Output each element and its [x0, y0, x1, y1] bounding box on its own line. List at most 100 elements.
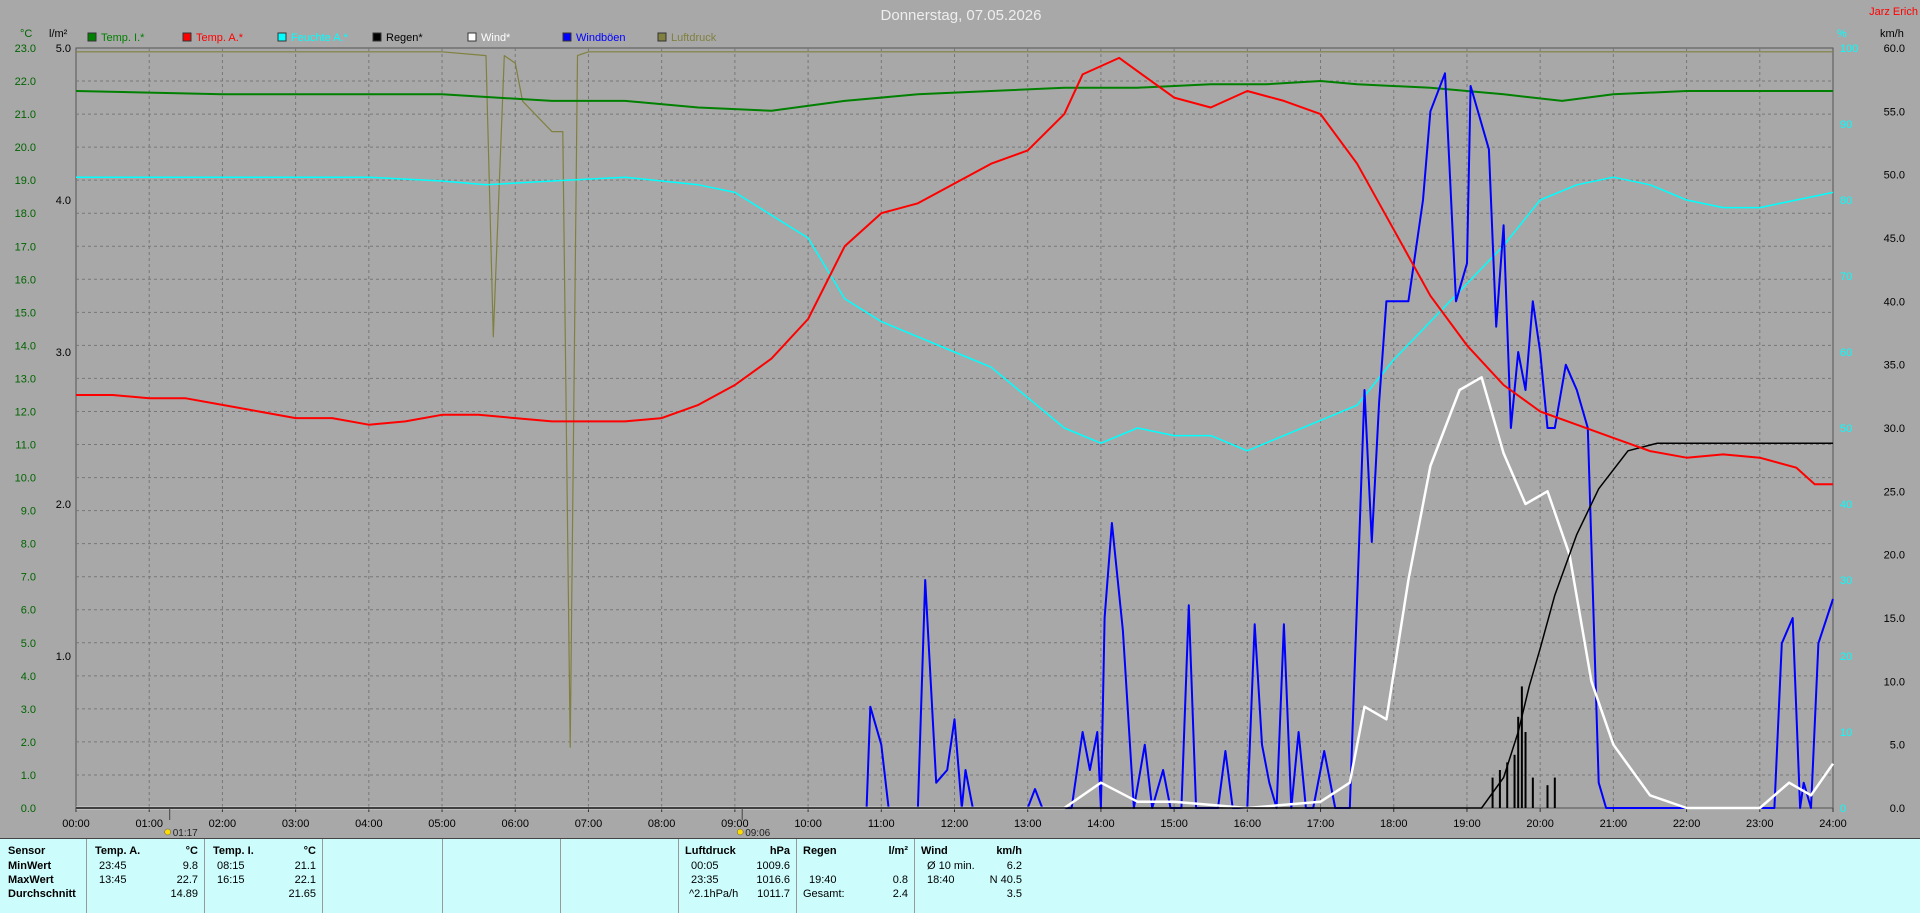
temp-tick-label: 9.0 [21, 506, 36, 518]
stats-empty-2 [442, 839, 560, 913]
wind-max-time: 18:40 [927, 874, 955, 886]
temp-i-avg-value: 21.65 [288, 888, 316, 900]
chart-title: Donnerstag, 07.05.2026 [881, 7, 1042, 24]
pct-tick-label: 80 [1840, 195, 1852, 207]
rain-tick-label: 2.0 [56, 499, 71, 511]
time-tick-label: 00:00 [62, 818, 90, 830]
time-tick-label: 15:00 [1160, 818, 1188, 830]
rain-bar [1498, 770, 1501, 808]
row-label-min: MinWert [8, 860, 52, 872]
temp-tick-label: 13.0 [15, 373, 36, 385]
temp-i-max-time: 16:15 [217, 874, 245, 886]
rain-tick-label: 3.0 [56, 347, 71, 359]
rain-bar [1524, 732, 1527, 808]
wind-label: Wind [921, 845, 948, 857]
pct-tick-label: 90 [1840, 119, 1852, 131]
temp-tick-label: 14.0 [15, 340, 36, 352]
temp-tick-label: 2.0 [21, 737, 36, 749]
pressure-min-value: 1009.6 [756, 860, 790, 872]
stats-empty-1 [322, 839, 442, 913]
time-tick-label: 07:00 [575, 818, 603, 830]
stats-temp-a: Temp. A. °C 23:45 9.8 13:45 22.7 14.89 [86, 839, 204, 913]
time-tick-label: 17:00 [1307, 818, 1335, 830]
time-tick-label: 08:00 [648, 818, 676, 830]
legend-label: Regen* [386, 32, 423, 44]
temp-a-min-time: 23:45 [99, 860, 127, 872]
legend-label: Feuchte A.* [291, 32, 349, 44]
stats-temp-i: Temp. I. °C 08:15 21.1 16:15 22.1 21.65 [204, 839, 322, 913]
wind-tick-label: 55.0 [1884, 106, 1905, 118]
wind-tick-label: 5.0 [1890, 740, 1905, 752]
sunset-icon [736, 828, 744, 836]
temp-i-max-value: 22.1 [294, 874, 316, 886]
time-tick-label: 04:00 [355, 818, 383, 830]
temp-tick-label: 10.0 [15, 473, 36, 485]
temp-i-label: Temp. I. [213, 845, 254, 857]
sunset-time-label: 09:06 [745, 828, 770, 838]
wind-tick-label: 25.0 [1884, 486, 1905, 498]
wind-unit: km/h [996, 845, 1022, 857]
wind-unit-label: km/h [1880, 28, 1904, 40]
legend-swatch [87, 32, 97, 42]
temp-i-unit: °C [303, 845, 316, 857]
pressure-label: Luftdruck [685, 845, 736, 857]
pressure-avg-value: 1011.7 [757, 888, 790, 900]
stats-rain: Regen l/m² 19:40 0.8 Gesamt: 2.4 [796, 839, 914, 913]
wind-tick-label: 20.0 [1884, 550, 1905, 562]
stats-labels: Sensor MinWert MaxWert Durchschnitt [0, 839, 86, 913]
pct-tick-label: 100 [1840, 43, 1858, 55]
time-tick-label: 22:00 [1673, 818, 1701, 830]
legend-label: Temp. A.* [196, 32, 244, 44]
legend-swatch [657, 32, 667, 42]
rain-unit-label: l/m² [49, 28, 68, 40]
wind-tick-label: 10.0 [1884, 676, 1905, 688]
row-label-max: MaxWert [8, 874, 54, 886]
sensor-label: Sensor [8, 845, 46, 857]
time-tick-label: 19:00 [1453, 818, 1481, 830]
stats-empty-3 [560, 839, 678, 913]
rain-bar [1520, 686, 1523, 808]
temp-i-min-value: 21.1 [294, 860, 316, 872]
temp-i-min-time: 08:15 [217, 860, 245, 872]
temp-tick-label: 21.0 [15, 109, 36, 121]
temp-tick-label: 16.0 [15, 274, 36, 286]
wind-max-value: N 40.5 [989, 874, 1022, 886]
time-tick-label: 01:00 [135, 818, 163, 830]
temp-a-avg-value: 14.89 [170, 888, 198, 900]
time-tick-label: 05:00 [428, 818, 456, 830]
wind-tick-label: 50.0 [1884, 170, 1905, 182]
pct-unit-label: % [1837, 28, 1847, 40]
temp-tick-label: 18.0 [15, 208, 36, 220]
rain-unit: l/m² [888, 845, 908, 857]
temp-tick-label: 17.0 [15, 241, 36, 253]
sunrise-icon [164, 828, 171, 836]
rain-label: Regen [803, 845, 837, 857]
temp-a-label: Temp. A. [95, 845, 141, 857]
temp-a-max-value: 22.7 [176, 874, 198, 886]
rain-tick-label: 5.0 [56, 43, 71, 55]
wind-tick-label: 0.0 [1890, 803, 1905, 815]
wind-avg10-label: Ø 10 min. [927, 860, 975, 872]
wind-tick-label: 45.0 [1884, 233, 1905, 245]
time-tick-label: 20:00 [1526, 818, 1554, 830]
pressure-unit: hPa [769, 845, 790, 857]
statistics-panel: Sensor MinWert MaxWert Durchschnitt Temp… [0, 838, 1920, 913]
wind-tick-label: 40.0 [1884, 296, 1905, 308]
time-tick-label: 03:00 [282, 818, 310, 830]
rain-bar [1513, 754, 1516, 808]
stats-pressure: Luftdruck hPa 00:05 1009.6 23:35 1016.6 … [678, 839, 796, 913]
rain-bar [1531, 777, 1534, 808]
legend-swatch [182, 32, 192, 42]
legend-swatch [277, 32, 287, 42]
wind-avg10-value: 6.2 [1006, 860, 1022, 872]
temp-tick-label: 11.0 [15, 440, 36, 452]
temp-tick-label: 12.0 [15, 406, 36, 418]
rain-tick-label: 1.0 [56, 651, 71, 663]
wind-tick-label: 30.0 [1884, 423, 1905, 435]
temp-tick-label: 15.0 [15, 307, 36, 319]
time-tick-label: 14:00 [1087, 818, 1115, 830]
temp-tick-label: 7.0 [21, 572, 36, 584]
weather-chart: Donnerstag, 07.05.2026 Jarz Erich °C l/m… [0, 0, 1920, 838]
time-tick-label: 21:00 [1600, 818, 1628, 830]
wind-tick-label: 15.0 [1884, 613, 1905, 625]
